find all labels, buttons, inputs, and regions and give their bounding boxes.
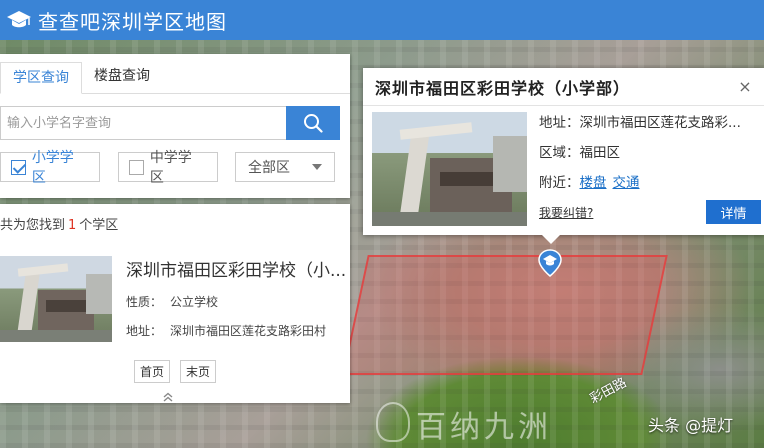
checkbox-checked-icon	[11, 159, 26, 175]
popup-pointer	[542, 235, 560, 244]
school-info-popup: 深圳市福田区彩田学校（小学部） × 地址：深圳市福田区莲花支路彩... 区域：福…	[363, 68, 764, 244]
result-info: 深圳市福田区彩田学校（小... 性质： 公立学校 地址： 深圳市福田区莲花支路彩田村	[126, 256, 348, 342]
caret-down-icon	[312, 164, 322, 170]
first-page-button[interactable]: 首页	[133, 360, 170, 383]
tab-property[interactable]: 楼盘查询	[82, 61, 162, 93]
popup-body: 地址：深圳市福田区莲花支路彩... 区域：福田区 附近：楼盘 交通 我要纠错? 详…	[363, 106, 764, 226]
nearby-transport-link[interactable]: 交通	[613, 175, 640, 191]
graduation-cap-icon	[7, 11, 31, 28]
popup-header: 深圳市福田区彩田学校（小学部） ×	[363, 68, 764, 106]
popup-nearby-row: 附近：楼盘 交通	[539, 172, 761, 202]
search-button[interactable]	[286, 106, 340, 140]
pager: 首页 末页	[0, 360, 350, 383]
school-name-link[interactable]: 深圳市福田区彩田学校（小...	[126, 256, 348, 281]
school-thumbnail[interactable]	[0, 256, 112, 342]
result-count: 共为您找到 1 个学区	[0, 204, 350, 240]
popup-region-value: 福田区	[579, 145, 621, 161]
list-item[interactable]: 深圳市福田区彩田学校（小... 性质： 公立学校 地址： 深圳市福田区莲花支路彩田村	[0, 240, 350, 342]
results-panel: 共为您找到 1 个学区 深圳市福田区彩田学校（小... 性质： 公立学校 地址： 深圳市…	[0, 204, 350, 403]
popup-region-row: 区域：福田区	[539, 142, 761, 172]
result-count-prefix: 共为您找到	[0, 218, 66, 233]
close-icon[interactable]: ×	[738, 77, 752, 96]
school-type-value: 公立学校	[170, 295, 219, 309]
popup-nearby-label: 附近：	[539, 175, 580, 191]
popup-info: 地址：深圳市福田区莲花支路彩... 区域：福田区 附近：楼盘 交通 我要纠错? 详…	[539, 112, 761, 226]
school-address-row: 地址： 深圳市福田区莲花支路彩田村	[126, 322, 348, 339]
last-page-button[interactable]: 末页	[180, 360, 217, 383]
filter-row: 小学学区 中学学区 全部区	[0, 140, 350, 198]
app-title: 查查吧深圳学区地图	[38, 9, 227, 34]
map-watermark: 百纳九洲	[416, 410, 552, 445]
watermark-seal-icon	[376, 402, 410, 442]
school-address-label: 地址：	[126, 324, 163, 338]
checkbox-empty-icon	[129, 159, 144, 175]
primary-school-checkbox[interactable]: 小学学区	[0, 150, 100, 186]
tab-school-district[interactable]: 学区查询	[0, 62, 82, 94]
search-icon	[304, 114, 323, 133]
district-select-value: 全部区	[248, 160, 290, 176]
school-district-area[interactable]	[342, 255, 668, 375]
popup-address-row: 地址：深圳市福田区莲花支路彩...	[539, 112, 761, 142]
primary-school-label: 小学学区	[31, 150, 74, 186]
popup-address-value: 深圳市福田区莲花支路彩...	[579, 115, 741, 131]
detail-button[interactable]: 详情	[706, 200, 761, 224]
school-type-row: 性质： 公立学校	[126, 293, 348, 310]
district-select[interactable]: 全部区	[235, 152, 335, 182]
school-photo[interactable]	[372, 112, 527, 226]
tab-bar: 学区查询 楼盘查询	[0, 54, 350, 94]
popup-footer: 我要纠错? 详情	[539, 200, 761, 224]
double-chevron-up-icon	[163, 392, 173, 402]
report-error-link[interactable]: 我要纠错?	[539, 204, 593, 221]
top-bar: 查查吧深圳学区地图	[0, 0, 764, 40]
popup-title: 深圳市福田区彩田学校（小学部）	[375, 78, 631, 98]
credit-text: 头条 @提灯	[648, 416, 734, 435]
middle-school-label: 中学学区	[149, 150, 192, 186]
result-count-suffix: 个学区	[79, 218, 119, 233]
collapse-panel-button[interactable]	[160, 391, 176, 403]
popup-region-label: 区域：	[539, 145, 580, 161]
result-count-number: 1	[68, 218, 77, 233]
popup-address-label: 地址：	[539, 115, 580, 131]
school-address-value: 深圳市福田区莲花支路彩田村	[170, 324, 327, 338]
middle-school-checkbox[interactable]: 中学学区	[118, 150, 218, 186]
school-type-label: 性质：	[126, 295, 163, 309]
search-panel: 学区查询 楼盘查询 小学学区 中学学区 全部区	[0, 54, 350, 198]
school-marker-icon[interactable]	[538, 249, 562, 277]
school-search-input[interactable]	[0, 106, 286, 140]
nearby-property-link[interactable]: 楼盘	[580, 175, 607, 191]
search-row	[0, 106, 340, 140]
